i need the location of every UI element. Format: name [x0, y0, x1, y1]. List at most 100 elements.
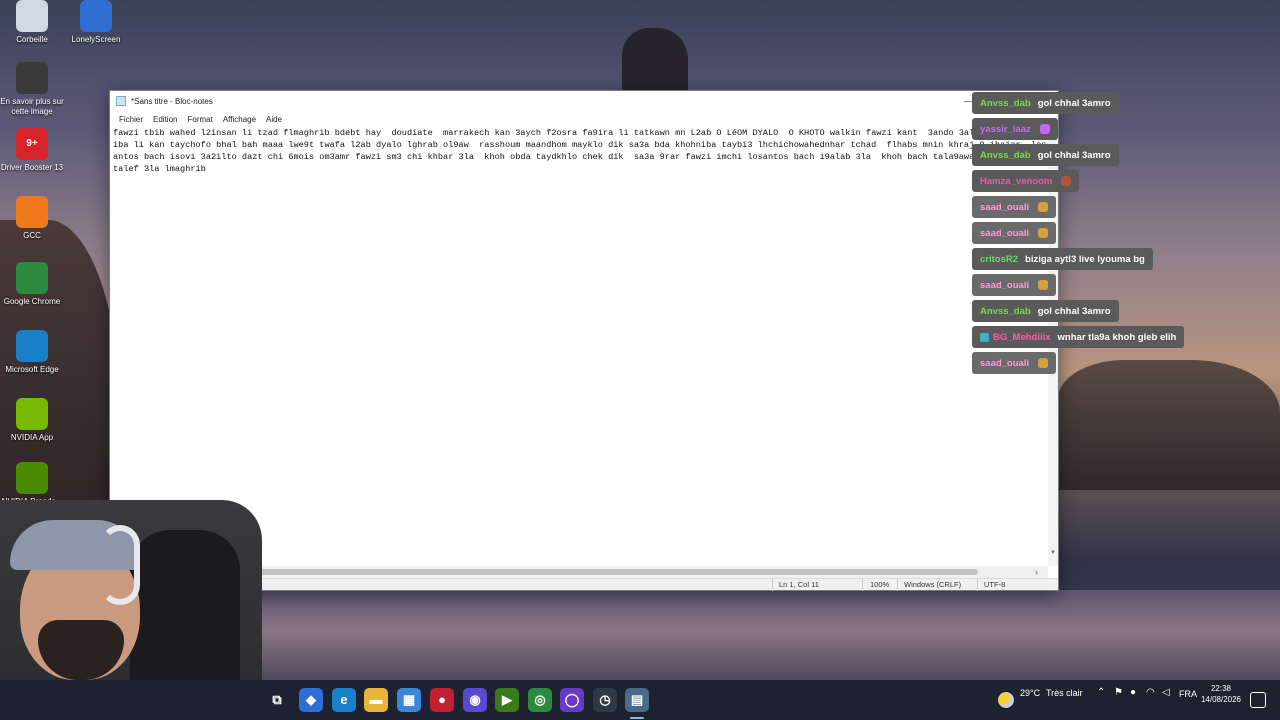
desktop-icon[interactable]: Corbeille [0, 0, 64, 45]
chat-username: yassir_laaz [980, 123, 1031, 135]
chat-username: saad_ouali [980, 357, 1030, 369]
chrome-taskbar-icon[interactable]: ◎ [528, 688, 552, 712]
encoding: UTF-8 [984, 580, 1006, 589]
desktop-icon-label: Driver Booster 13 [0, 163, 64, 172]
app-purple-icon[interactable]: ◯ [560, 688, 584, 712]
scroll-right-icon[interactable]: › [1035, 566, 1038, 578]
chat-emote-icon [1061, 176, 1072, 186]
desktop-icon-label: GCC [23, 231, 41, 240]
recorder-icon[interactable]: ◷ [593, 688, 617, 712]
chat-message: Anvss_dab gol chhal 3amro [972, 92, 1119, 114]
clock-date: 14/08/2026 [1200, 695, 1242, 704]
wallpaper-rock [622, 28, 688, 98]
desktop-icon-label: Corbeille [16, 35, 48, 44]
chat-username: Anvss_dab [980, 97, 1031, 109]
tray-app-icon[interactable]: ⚑ [1114, 687, 1123, 698]
desktop-icon[interactable]: 9+ Driver Booster 13 [0, 128, 64, 173]
language-indicator[interactable]: FRA [1179, 689, 1197, 699]
text-editor[interactable]: fawzi tbib wahed l2insan li tzad flmaghr… [112, 127, 1048, 566]
chat-emote-icon [1038, 202, 1049, 212]
desktop-icon-label: Microsoft Edge [5, 365, 59, 374]
menu-edition[interactable]: Edition [148, 115, 182, 124]
window-title: *Sans titre - Bloc-notes [131, 96, 213, 106]
chat-text: gol chhal 3amro [1037, 305, 1111, 317]
file-explorer-icon[interactable]: ▬ [364, 688, 388, 712]
chat-emote-icon [1038, 228, 1049, 238]
desktop-icon-label: En savoir plus sur cette image [0, 97, 64, 116]
desktop-icon[interactable]: LonelyScreen [64, 0, 128, 45]
store-icon[interactable]: ▦ [397, 688, 421, 712]
chat-message: critosR2 biziga aytl3 live lyouma bg [972, 248, 1153, 270]
volume-icon[interactable]: ◁ [1162, 687, 1170, 698]
chat-username: saad_ouali [980, 201, 1030, 213]
status-separator [772, 579, 773, 591]
tray-expand-icon[interactable]: ⌃ [1097, 687, 1105, 698]
chat-text: wnhar tla9a khoh gleb elih [1057, 331, 1177, 343]
chat-text: biziga aytl3 live lyouma bg [1025, 253, 1145, 265]
notepad-titlebar[interactable]: *Sans titre - Bloc-notes [110, 91, 1058, 111]
chat-message: yassir_laaz [972, 118, 1058, 140]
driver-booster-icon: 9+ [16, 128, 48, 160]
cursor-position: Ln 1, Col 11 [779, 580, 819, 589]
chat-username: Anvss_dab [980, 305, 1031, 317]
menu-format[interactable]: Format [182, 115, 217, 124]
taskbar: ⧉ ◆ e ▬ ▦ ● ◉ ▶ ◎ ◯ ◷ ▤ 29°C Très clair ⌃ ⚑ ● ◠ ◁ F… [0, 680, 1280, 720]
menu-bar: Fichier Edition Format Affichage Aide [110, 111, 1058, 127]
desktop-icon-label: LonelyScreen [71, 35, 121, 44]
chat-message: Hamza_venoom [972, 170, 1080, 192]
monitor-icon [80, 0, 112, 32]
weather-condition[interactable]: Très clair [1046, 688, 1083, 698]
chat-message: Anvss_dab gol chhal 3amro [972, 300, 1119, 322]
desktop-icon[interactable]: Microsoft Edge [0, 330, 64, 375]
chat-text: gol chhal 3amro [1037, 149, 1111, 161]
chat-text: gol chhal 3amro [1037, 97, 1111, 109]
chat-emote-icon [1038, 280, 1049, 290]
status-separator [862, 579, 863, 591]
camera-icon [16, 62, 48, 94]
task-view-icon[interactable]: ⧉ [265, 688, 289, 712]
desktop-icon[interactable]: GCC [0, 196, 64, 241]
desktop-icon[interactable]: Google Chrome [0, 262, 64, 307]
status-separator [897, 579, 898, 591]
scroll-down-icon[interactable]: ▼ [1048, 550, 1058, 556]
headset [100, 525, 140, 605]
active-app-indicator [630, 717, 644, 719]
wifi-icon[interactable]: ◠ [1146, 687, 1155, 698]
chat-username: saad_ouali [980, 227, 1030, 239]
chat-emote-icon [1039, 124, 1050, 134]
chat-message: Anvss_dab gol chhal 3amro [972, 144, 1119, 166]
clock[interactable]: 22:38 14/08/2026 [1198, 680, 1244, 705]
microphone-icon[interactable]: ● [1130, 687, 1136, 698]
chat-username: critosR2 [980, 253, 1019, 265]
desktop-icon-label: Google Chrome [3, 297, 61, 306]
nvidia-broadcast-icon [16, 462, 48, 494]
chat-username: Anvss_dab [980, 149, 1031, 161]
gcc-icon [16, 196, 48, 228]
nvidia-broadcast-taskbar-icon[interactable]: ▶ [495, 688, 519, 712]
app-red-icon[interactable]: ● [430, 688, 454, 712]
desktop-icon[interactable]: NVIDIA App [0, 398, 64, 443]
menu-fichier[interactable]: Fichier [114, 115, 148, 124]
chat-username: Hamza_venoom [980, 175, 1053, 187]
notepad-icon [116, 96, 126, 106]
obs-icon[interactable]: ◉ [463, 688, 487, 712]
notification-icon[interactable] [1250, 692, 1266, 708]
desktop-icon-label: NVIDIA App [10, 433, 54, 442]
menu-aide[interactable]: Aide [261, 115, 287, 124]
zoom-level: 100% [870, 580, 890, 589]
weather-temp[interactable]: 29°C [1020, 688, 1040, 698]
chat-message: saad_ouali [972, 274, 1057, 296]
nvidia-icon [16, 398, 48, 430]
recycle-bin-icon [16, 0, 48, 32]
chrome-icon [16, 262, 48, 294]
menu-affichage[interactable]: Affichage [218, 115, 261, 124]
copilot-icon[interactable]: ◆ [299, 688, 323, 712]
weather-icon[interactable] [998, 692, 1014, 708]
clock-time: 22:38 [1210, 684, 1232, 693]
chat-emote-icon [1038, 358, 1049, 368]
notepad-taskbar-icon[interactable]: ▤ [625, 688, 649, 712]
desktop-icon[interactable]: En savoir plus sur cette image [0, 62, 64, 117]
edge-taskbar-icon[interactable]: e [332, 688, 356, 712]
chat-username: saad_ouali [980, 279, 1030, 291]
chat-message: BG_Mehdiiix wnhar tla9a khoh gleb elih [972, 326, 1185, 348]
